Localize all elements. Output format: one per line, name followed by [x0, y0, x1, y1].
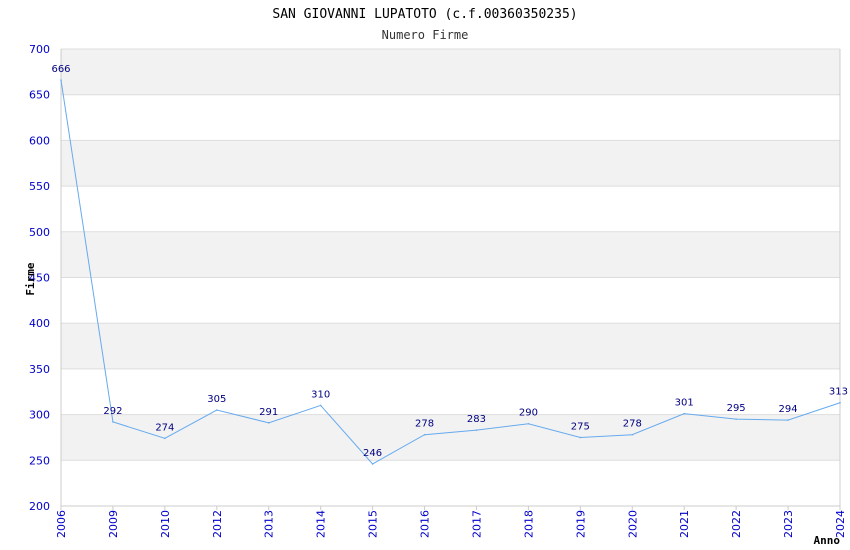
- data-point: [787, 419, 789, 421]
- x-tick-label: 2018: [522, 510, 535, 538]
- plot-band: [61, 414, 840, 461]
- data-label: 292: [103, 406, 122, 417]
- data-label: 246: [363, 448, 382, 459]
- data-label: 294: [779, 404, 798, 415]
- x-tick-label: 2023: [782, 510, 795, 538]
- data-point: [216, 409, 218, 411]
- data-label: 313: [829, 387, 848, 398]
- data-point: [319, 404, 322, 407]
- data-point: [112, 421, 114, 423]
- x-tick-label: 2021: [678, 510, 691, 538]
- y-tick-label: 400: [29, 317, 50, 330]
- x-tick-label: 2019: [574, 510, 587, 538]
- x-tick-label: 2009: [107, 510, 120, 538]
- data-point: [527, 422, 530, 425]
- plot-band: [61, 368, 840, 415]
- data-label: 291: [259, 407, 278, 418]
- x-tick-label: 2012: [211, 510, 224, 538]
- plot-band: [61, 323, 840, 369]
- data-label: 278: [415, 419, 434, 430]
- plot-band: [61, 49, 840, 95]
- data-label: 274: [155, 422, 174, 433]
- data-point: [839, 401, 841, 404]
- x-tick-label: 2017: [470, 510, 483, 538]
- y-tick-label: 600: [29, 134, 50, 147]
- x-tick-label: 2020: [626, 510, 639, 538]
- x-tick-label: 2022: [730, 510, 743, 538]
- data-point: [423, 433, 426, 436]
- y-tick-label: 250: [29, 454, 50, 467]
- data-label: 301: [675, 398, 694, 409]
- x-tick-label: 2016: [419, 510, 432, 538]
- data-point: [371, 463, 374, 465]
- line-chart: SAN GIOVANNI LUPATOTO (c.f.00360350235) …: [24, 7, 848, 547]
- data-label: 666: [51, 64, 70, 75]
- data-point: [267, 422, 270, 424]
- x-tick-label: 2010: [159, 510, 172, 538]
- data-point: [60, 79, 62, 81]
- y-tick-label: 700: [29, 43, 50, 56]
- data-point: [579, 436, 582, 439]
- plot-band: [61, 140, 840, 187]
- data-label: 295: [727, 403, 746, 414]
- data-label: 278: [623, 419, 642, 430]
- y-axis-label: Firme: [24, 262, 37, 295]
- plot-band: [61, 94, 840, 141]
- plot-band: [61, 460, 840, 506]
- data-point: [164, 437, 166, 440]
- plot-band: [61, 186, 840, 232]
- chart-title: SAN GIOVANNI LUPATOTO (c.f.00360350235): [272, 7, 577, 22]
- y-tick-label: 350: [29, 363, 50, 376]
- data-label: 283: [467, 414, 486, 425]
- y-tick-label: 300: [29, 409, 50, 422]
- x-tick-label: 2014: [315, 510, 328, 538]
- data-point: [475, 429, 478, 431]
- y-tick-label: 200: [29, 500, 50, 513]
- y-tick-label: 500: [29, 226, 50, 239]
- x-tick-label: 2006: [55, 510, 68, 538]
- data-label: 310: [311, 389, 330, 400]
- data-label: 290: [519, 408, 538, 419]
- plot-band: [61, 231, 840, 278]
- x-axis-ticks: 2006 2009 2010 2012 2013 2014 2015 2016 2017 2018…: [55, 506, 847, 538]
- data-label: 305: [207, 394, 226, 405]
- x-tick-label: 2013: [263, 510, 276, 538]
- data-point: [735, 418, 737, 420]
- x-axis-label: Anno: [814, 534, 841, 547]
- data-point: [631, 433, 634, 436]
- x-tick-label: 2015: [367, 510, 380, 538]
- data-label: 275: [571, 421, 590, 432]
- chart-subtitle: Numero Firme: [382, 28, 469, 42]
- y-tick-label: 550: [29, 180, 50, 193]
- plot-band: [61, 277, 840, 324]
- y-tick-label: 650: [29, 89, 50, 102]
- data-point: [683, 412, 685, 415]
